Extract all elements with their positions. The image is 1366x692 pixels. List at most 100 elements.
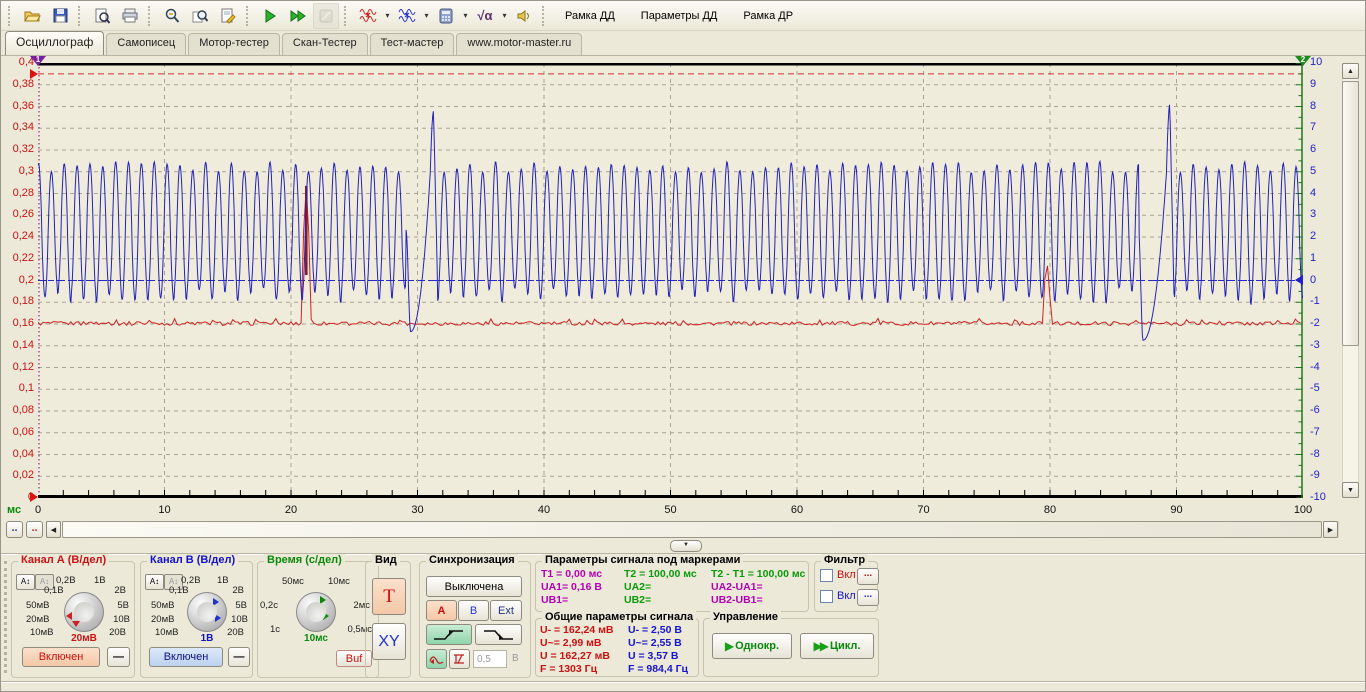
h-scroll-right-button[interactable]: ▶ xyxy=(1323,521,1338,538)
filter-a-settings-button[interactable]: ... xyxy=(857,568,879,585)
sync-source-b-button[interactable]: В xyxy=(458,600,489,621)
channel-a-zero-arrow[interactable] xyxy=(30,492,38,502)
print-button[interactable] xyxy=(117,3,143,29)
x-tick: 10 xyxy=(145,504,185,516)
y-left-tick: 0,22 xyxy=(1,252,34,264)
tab-recorder[interactable]: Самописец xyxy=(106,33,186,55)
zoom-button[interactable] xyxy=(159,3,185,29)
time-knob[interactable] xyxy=(296,592,336,632)
menu-ramka-dr[interactable]: Рамка ДР xyxy=(731,2,805,30)
v-scroll-down-button[interactable]: ▼ xyxy=(1342,482,1359,498)
channel-a-power-button[interactable]: Включен xyxy=(22,647,100,667)
calculator-icon xyxy=(439,8,453,24)
ua2-ua1-value: UА2-UА1= xyxy=(711,581,763,594)
oscillogram[interactable] xyxy=(38,63,1303,498)
channel-b-zero-arrow[interactable] xyxy=(1295,275,1303,285)
channel-b-group: Канал В (В/дел) A↕ A↕ 0,1В 0,2В 1В 2В 5В… xyxy=(140,561,253,678)
scale-label: 1с xyxy=(270,624,280,635)
menu-params-dd[interactable]: Параметры ДД xyxy=(629,2,730,30)
h-scroll-left-button[interactable]: ◀ xyxy=(46,521,61,538)
channel-b-knob[interactable] xyxy=(187,592,227,632)
channel-b-power-button[interactable]: Включен xyxy=(149,647,223,667)
y-left-tick: 0,26 xyxy=(1,208,34,220)
channel-b-dropdown[interactable]: ▾ xyxy=(422,11,431,20)
sync-level-input[interactable] xyxy=(473,650,507,668)
zoom-page-button[interactable] xyxy=(187,3,213,29)
channel-a-settings-button[interactable] xyxy=(355,3,381,29)
marker-params-group: Параметры сигнала под маркерами T1 = 0,0… xyxy=(535,561,809,612)
view-xy-button[interactable]: XY xyxy=(372,623,406,660)
sync-rising-edge-button[interactable] xyxy=(426,624,472,645)
y-right-tick: -2 xyxy=(1310,317,1338,329)
print-icon xyxy=(122,8,139,23)
view-t-button[interactable]: Т xyxy=(372,578,406,615)
start-cycle-button[interactable] xyxy=(285,3,311,29)
filter-a-checkbox[interactable] xyxy=(820,569,833,582)
trigger-level-arrow[interactable] xyxy=(30,69,38,79)
channel-a-knob[interactable] xyxy=(64,592,104,632)
print-preview-button[interactable] xyxy=(89,3,115,29)
b-u-value: U = 3,57 В xyxy=(628,650,679,663)
channel-a-dropdown[interactable]: ▾ xyxy=(383,11,392,20)
x-tick: 100 xyxy=(1283,504,1323,516)
marker-1-reset-button[interactable]: .. xyxy=(6,521,23,538)
y-left-tick: 0,34 xyxy=(1,121,34,133)
y-left-tick: 0,32 xyxy=(1,143,34,155)
menu-ramka-dd[interactable]: Рамка ДД xyxy=(553,2,627,30)
single-run-label: Однокр. xyxy=(735,640,779,652)
y-right-tick: -5 xyxy=(1310,382,1338,394)
y-left-tick: 0,38 xyxy=(1,78,34,90)
calculator-button[interactable] xyxy=(433,3,459,29)
sound-button[interactable] xyxy=(511,3,537,29)
tabbar: Осциллограф Самописец Мотор-тестер Скан-… xyxy=(1,31,1365,56)
sync-mode-wave-button[interactable] xyxy=(426,649,447,669)
y-right-tick: -8 xyxy=(1310,448,1338,460)
start-button[interactable] xyxy=(257,3,283,29)
x-tick: 60 xyxy=(777,504,817,516)
y-right-tick: -7 xyxy=(1310,426,1338,438)
channel-a-current-scale: 20мВ xyxy=(62,633,106,644)
math-button[interactable]: √α xyxy=(472,3,498,29)
channel-a-autoscale-button[interactable]: A↕ xyxy=(16,574,35,590)
sync-off-button[interactable]: Выключена xyxy=(426,576,522,597)
channel-b-settings-button[interactable] xyxy=(394,3,420,29)
filter-b-settings-button[interactable]: ... xyxy=(857,589,879,606)
tab-scan-tester[interactable]: Скан-Тестер xyxy=(282,33,368,55)
channel-b-autoscale-button[interactable]: A↕ xyxy=(145,574,164,590)
y-left-tick: 0,08 xyxy=(1,404,34,416)
sync-source-a-button[interactable]: А xyxy=(426,600,457,621)
h-scroll-thumb[interactable] xyxy=(62,521,1322,538)
save-button[interactable] xyxy=(47,3,73,29)
tab-website[interactable]: www.motor-master.ru xyxy=(456,33,582,55)
scale-label: 0,1В xyxy=(169,585,189,596)
sync-mode-level-button[interactable] xyxy=(449,649,470,669)
scale-label: 20мВ xyxy=(151,614,174,625)
v-scroll-thumb[interactable] xyxy=(1342,81,1359,346)
sync-source-ext-button[interactable]: Ext xyxy=(490,600,522,621)
report-button[interactable] xyxy=(215,3,241,29)
v-scroll-up-button[interactable]: ▲ xyxy=(1342,63,1359,79)
tab-test-master[interactable]: Тест-мастер xyxy=(370,33,455,55)
channel-b-invert-button[interactable]: — xyxy=(228,647,250,667)
open-button[interactable] xyxy=(19,3,45,29)
single-run-button[interactable]: ▶ Однокр. xyxy=(712,633,792,659)
a-udc-value: U- = 162,24 мВ xyxy=(540,624,613,637)
tab-oscilloscope[interactable]: Осциллограф xyxy=(5,31,104,55)
marker-2-reset-button[interactable]: .. xyxy=(26,521,43,538)
sync-falling-edge-button[interactable] xyxy=(475,624,522,645)
panel-collapse-button[interactable]: ▼ xyxy=(670,540,702,552)
sine-arrow-icon xyxy=(429,653,445,665)
x-tick: 50 xyxy=(651,504,691,516)
filter-b-checkbox[interactable] xyxy=(820,590,833,603)
a-uac-value: U~= 2,99 мВ xyxy=(540,637,601,650)
y-right-tick: 10 xyxy=(1310,56,1338,68)
channel-a-invert-button[interactable]: — xyxy=(107,647,130,667)
control-panel: Канал А (В/дел) A↕ A↕ 0,1В 0,2В 1В 2В 5В… xyxy=(1,554,1366,682)
b-uac-value: U~= 2,55 В xyxy=(628,637,682,650)
calculator-dropdown[interactable]: ▾ xyxy=(461,11,470,20)
cycle-run-button[interactable]: ▶▶ Цикл. xyxy=(800,633,874,659)
fast-forward-icon xyxy=(290,9,307,23)
channel-b-title: Канал В (В/дел) xyxy=(147,554,238,566)
tab-motor-tester[interactable]: Мотор-тестер xyxy=(188,33,280,55)
math-dropdown[interactable]: ▾ xyxy=(500,11,509,20)
